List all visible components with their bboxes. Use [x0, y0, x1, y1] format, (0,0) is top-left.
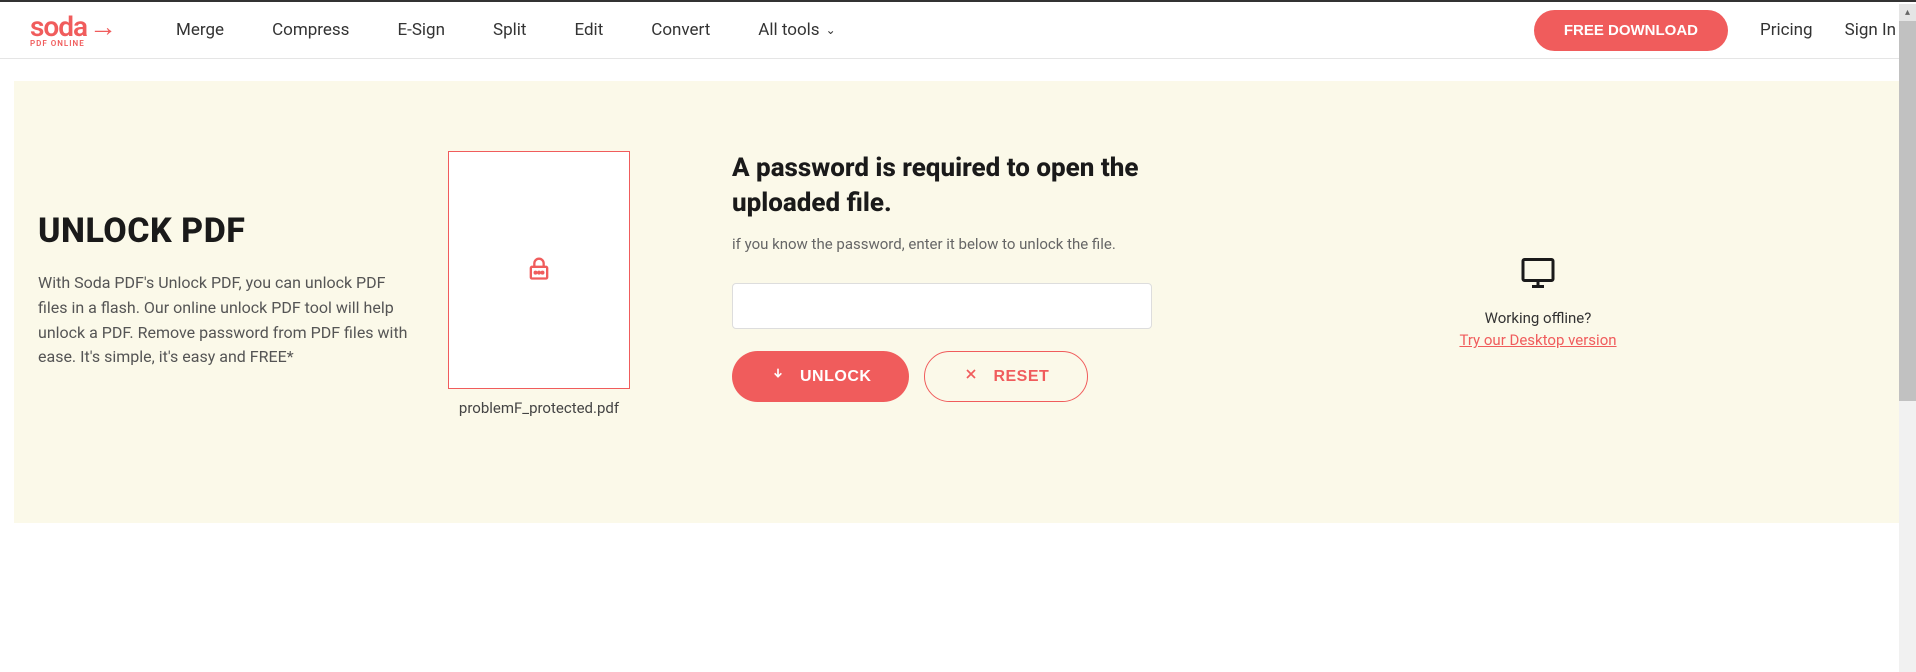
- arrow-icon: →: [89, 13, 116, 41]
- offline-text: Working offline?: [1485, 309, 1592, 327]
- logo-subtitle: PDF ONLINE: [30, 39, 116, 48]
- unlock-button-label: UNLOCK: [800, 368, 871, 386]
- form-title: A password is required to open the uploa…: [732, 151, 1194, 221]
- file-section: problemF_protected.pdf: [414, 131, 664, 473]
- unlock-button[interactable]: UNLOCK: [732, 351, 909, 402]
- scrollbar-up-button[interactable]: ▴: [1899, 4, 1916, 21]
- form-section: A password is required to open the uploa…: [664, 131, 1194, 473]
- password-input[interactable]: [732, 283, 1152, 329]
- button-row: UNLOCK RESET: [732, 351, 1194, 402]
- reset-button-label: RESET: [993, 368, 1049, 386]
- reset-button[interactable]: RESET: [924, 351, 1088, 402]
- nav-merge[interactable]: Merge: [176, 20, 224, 40]
- monitor-icon: [1518, 255, 1558, 295]
- nav-esign[interactable]: E-Sign: [397, 20, 445, 40]
- nav-compress[interactable]: Compress: [272, 20, 349, 40]
- form-subtitle: if you know the password, enter it below…: [732, 235, 1194, 253]
- desktop-version-link[interactable]: Try our Desktop version: [1459, 331, 1616, 349]
- nav-split[interactable]: Split: [493, 20, 526, 40]
- close-icon: [963, 366, 979, 387]
- left-section: UNLOCK PDF With Soda PDF's Unlock PDF, y…: [14, 131, 414, 473]
- signin-link[interactable]: Sign In: [1845, 20, 1896, 40]
- nav-convert[interactable]: Convert: [651, 20, 710, 40]
- nav-menu: Merge Compress E-Sign Split Edit Convert…: [176, 20, 1534, 40]
- file-name: problemF_protected.pdf: [459, 399, 619, 417]
- nav-edit[interactable]: Edit: [574, 20, 603, 40]
- download-icon: [770, 366, 786, 387]
- nav-alltools[interactable]: All tools ⌄: [758, 20, 835, 40]
- header-right: FREE DOWNLOAD Pricing Sign In: [1534, 10, 1896, 51]
- page-title: UNLOCK PDF: [38, 211, 414, 251]
- page-description: With Soda PDF's Unlock PDF, you can unlo…: [38, 271, 414, 370]
- offline-section: Working offline? Try our Desktop version: [1194, 131, 1902, 473]
- scrollbar-thumb[interactable]: [1899, 21, 1916, 401]
- chevron-down-icon: ⌄: [826, 23, 836, 37]
- lock-icon: [525, 254, 553, 286]
- free-download-button[interactable]: FREE DOWNLOAD: [1534, 10, 1728, 51]
- nav-alltools-label: All tools: [758, 20, 819, 40]
- logo-text: soda→: [30, 13, 116, 41]
- scrollbar[interactable]: ▴: [1899, 4, 1916, 672]
- logo[interactable]: soda→ PDF ONLINE: [30, 13, 116, 48]
- pricing-link[interactable]: Pricing: [1760, 20, 1813, 40]
- main-container: UNLOCK PDF With Soda PDF's Unlock PDF, y…: [14, 81, 1902, 523]
- file-preview: [448, 151, 630, 389]
- header-nav: soda→ PDF ONLINE Merge Compress E-Sign S…: [0, 2, 1916, 59]
